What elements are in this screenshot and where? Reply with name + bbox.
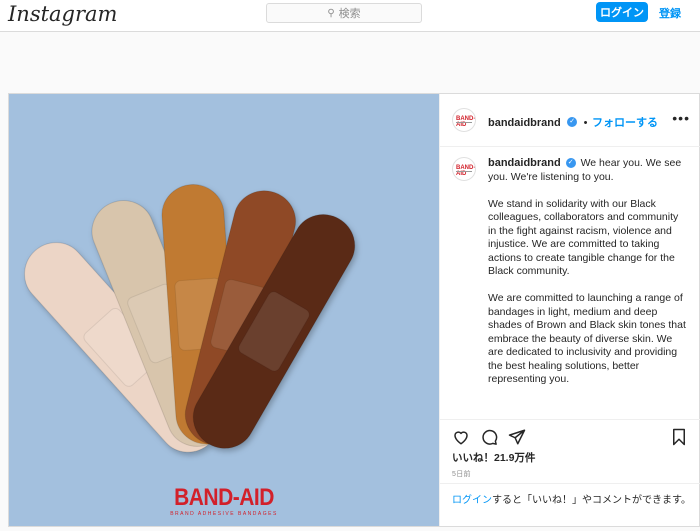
post-image[interactable]: BAND-AID BRAND ADHESIVE BANDAGES [9,94,439,526]
post-header-title: bandaidbrand ✓ • フォローする [488,116,658,129]
caption-paragraph: We are committed to launching a range of… [488,292,686,385]
top-navigation-bar: Instagram ⚲ 検索 ログイン 登録 [0,0,700,32]
band-aid-logo: BAND-AID BRAND ADHESIVE BANDAGES [170,484,278,517]
follow-button[interactable]: フォローする [592,117,658,129]
search-input[interactable]: ⚲ 検索 [266,3,422,23]
post-header: BAND-AID bandaidbrand ✓ • フォローする ••• [440,94,700,147]
username[interactable]: bandaidbrand [488,117,561,129]
login-button[interactable]: ログイン [596,2,648,22]
post-sidebar: BAND-AID bandaidbrand ✓ • フォローする ••• BAN… [439,94,700,526]
search-icon: ⚲ [327,7,335,19]
heart-icon[interactable] [452,428,470,446]
avatar[interactable]: BAND-AID [452,108,476,132]
comment-icon[interactable] [480,428,498,446]
bandages-illustration [24,184,356,453]
login-prompt: ログインすると「いいね！」やコメントができます。 [440,483,700,528]
login-prompt-text: すると「いいね！」やコメントができます。 [492,495,691,506]
search-placeholder: 検索 [338,8,361,20]
bookmark-icon[interactable] [670,428,688,446]
instagram-logo[interactable]: Instagram [8,2,117,26]
share-icon[interactable] [508,428,526,446]
post-actions: いいね！21.9万件 5日前 ログインすると「いいね！」やコメントができます。 [440,419,700,527]
caption: bandaidbrand ✓ We hear you. We see you. … [488,157,688,400]
like-count[interactable]: いいね！21.9万件 [452,450,535,465]
login-link[interactable]: ログイン [452,495,492,506]
post-date[interactable]: 5日前 [452,469,471,479]
post-card: BAND-AID BRAND ADHESIVE BANDAGES BAND-AI… [8,93,700,527]
caption-username[interactable]: bandaidbrand [488,157,561,169]
more-options-icon[interactable]: ••• [672,110,690,126]
signup-link[interactable]: 登録 [659,5,681,21]
verified-badge-icon: ✓ [567,116,578,127]
caption-paragraph: We stand in solidarity with our Black co… [488,197,679,278]
caption-avatar[interactable]: BAND-AID [452,157,476,181]
verified-badge-icon: ✓ [565,158,576,169]
